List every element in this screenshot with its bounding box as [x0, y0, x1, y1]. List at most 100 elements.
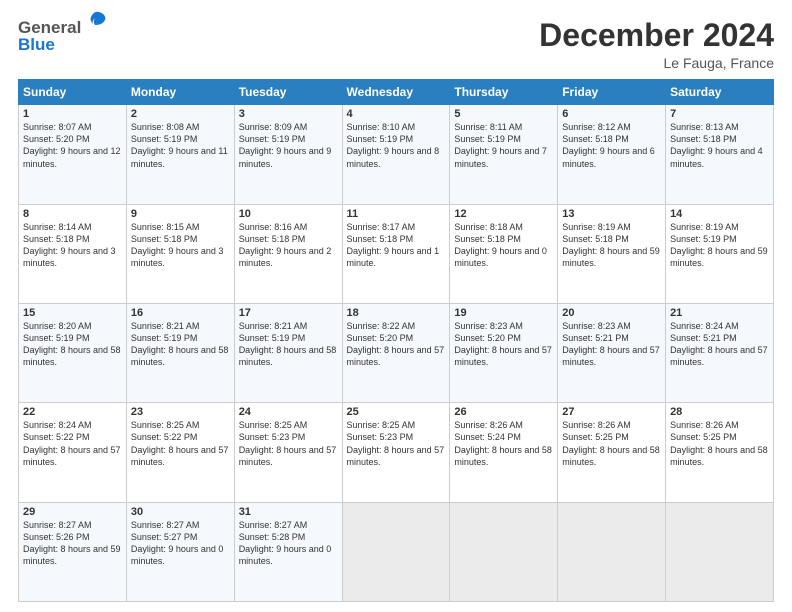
day-info: Sunrise: 8:09 AM Sunset: 5:19 PM Dayligh…: [239, 121, 338, 170]
calendar-cell: 4 Sunrise: 8:10 AM Sunset: 5:19 PM Dayli…: [342, 105, 450, 204]
calendar-cell: 23 Sunrise: 8:25 AM Sunset: 5:22 PM Dayl…: [126, 403, 234, 502]
col-header-thursday: Thursday: [450, 80, 558, 105]
day-number: 26: [454, 406, 553, 418]
logo-bird-icon: [83, 10, 109, 39]
day-info: Sunrise: 8:24 AM Sunset: 5:22 PM Dayligh…: [23, 419, 122, 468]
day-number: 12: [454, 208, 553, 220]
day-number: 7: [670, 108, 769, 120]
calendar-cell: 24 Sunrise: 8:25 AM Sunset: 5:23 PM Dayl…: [234, 403, 342, 502]
day-info: Sunrise: 8:25 AM Sunset: 5:22 PM Dayligh…: [131, 419, 230, 468]
calendar-table: SundayMondayTuesdayWednesdayThursdayFrid…: [18, 79, 774, 602]
title-area: December 2024 Le Fauga, France: [539, 18, 774, 71]
calendar-cell: 30 Sunrise: 8:27 AM Sunset: 5:27 PM Dayl…: [126, 502, 234, 601]
calendar-cell: 26 Sunrise: 8:26 AM Sunset: 5:24 PM Dayl…: [450, 403, 558, 502]
col-header-friday: Friday: [558, 80, 666, 105]
day-number: 29: [23, 506, 122, 518]
day-info: Sunrise: 8:12 AM Sunset: 5:18 PM Dayligh…: [562, 121, 661, 170]
day-number: 10: [239, 208, 338, 220]
day-number: 31: [239, 506, 338, 518]
day-info: Sunrise: 8:26 AM Sunset: 5:24 PM Dayligh…: [454, 419, 553, 468]
month-title: December 2024: [539, 18, 774, 53]
calendar-cell: 10 Sunrise: 8:16 AM Sunset: 5:18 PM Dayl…: [234, 204, 342, 303]
day-info: Sunrise: 8:14 AM Sunset: 5:18 PM Dayligh…: [23, 221, 122, 270]
day-number: 16: [131, 307, 230, 319]
day-info: Sunrise: 8:17 AM Sunset: 5:18 PM Dayligh…: [347, 221, 446, 270]
day-number: 21: [670, 307, 769, 319]
calendar-cell: 19 Sunrise: 8:23 AM Sunset: 5:20 PM Dayl…: [450, 303, 558, 402]
col-header-saturday: Saturday: [666, 80, 774, 105]
calendar-cell: 22 Sunrise: 8:24 AM Sunset: 5:22 PM Dayl…: [19, 403, 127, 502]
day-info: Sunrise: 8:26 AM Sunset: 5:25 PM Dayligh…: [670, 419, 769, 468]
calendar-cell: 18 Sunrise: 8:22 AM Sunset: 5:20 PM Dayl…: [342, 303, 450, 402]
day-info: Sunrise: 8:21 AM Sunset: 5:19 PM Dayligh…: [239, 320, 338, 369]
logo: General Blue: [18, 18, 109, 55]
calendar-cell: [342, 502, 450, 601]
day-number: 24: [239, 406, 338, 418]
day-info: Sunrise: 8:15 AM Sunset: 5:18 PM Dayligh…: [131, 221, 230, 270]
calendar-cell: 28 Sunrise: 8:26 AM Sunset: 5:25 PM Dayl…: [666, 403, 774, 502]
day-info: Sunrise: 8:21 AM Sunset: 5:19 PM Dayligh…: [131, 320, 230, 369]
calendar-cell: 6 Sunrise: 8:12 AM Sunset: 5:18 PM Dayli…: [558, 105, 666, 204]
day-info: Sunrise: 8:27 AM Sunset: 5:27 PM Dayligh…: [131, 519, 230, 568]
calendar-cell: 31 Sunrise: 8:27 AM Sunset: 5:28 PM Dayl…: [234, 502, 342, 601]
day-number: 8: [23, 208, 122, 220]
col-header-monday: Monday: [126, 80, 234, 105]
day-info: Sunrise: 8:19 AM Sunset: 5:18 PM Dayligh…: [562, 221, 661, 270]
calendar-cell: 13 Sunrise: 8:19 AM Sunset: 5:18 PM Dayl…: [558, 204, 666, 303]
day-info: Sunrise: 8:25 AM Sunset: 5:23 PM Dayligh…: [239, 419, 338, 468]
day-info: Sunrise: 8:10 AM Sunset: 5:19 PM Dayligh…: [347, 121, 446, 170]
day-number: 25: [347, 406, 446, 418]
calendar-cell: 3 Sunrise: 8:09 AM Sunset: 5:19 PM Dayli…: [234, 105, 342, 204]
location: Le Fauga, France: [539, 55, 774, 71]
day-info: Sunrise: 8:26 AM Sunset: 5:25 PM Dayligh…: [562, 419, 661, 468]
day-number: 4: [347, 108, 446, 120]
calendar-cell: [450, 502, 558, 601]
day-number: 28: [670, 406, 769, 418]
col-header-wednesday: Wednesday: [342, 80, 450, 105]
day-number: 11: [347, 208, 446, 220]
day-number: 19: [454, 307, 553, 319]
day-number: 15: [23, 307, 122, 319]
calendar-cell: 7 Sunrise: 8:13 AM Sunset: 5:18 PM Dayli…: [666, 105, 774, 204]
calendar-cell: 16 Sunrise: 8:21 AM Sunset: 5:19 PM Dayl…: [126, 303, 234, 402]
calendar-cell: 1 Sunrise: 8:07 AM Sunset: 5:20 PM Dayli…: [19, 105, 127, 204]
day-info: Sunrise: 8:19 AM Sunset: 5:19 PM Dayligh…: [670, 221, 769, 270]
day-info: Sunrise: 8:23 AM Sunset: 5:20 PM Dayligh…: [454, 320, 553, 369]
day-info: Sunrise: 8:27 AM Sunset: 5:28 PM Dayligh…: [239, 519, 338, 568]
day-number: 9: [131, 208, 230, 220]
col-header-sunday: Sunday: [19, 80, 127, 105]
calendar-cell: 20 Sunrise: 8:23 AM Sunset: 5:21 PM Dayl…: [558, 303, 666, 402]
day-info: Sunrise: 8:07 AM Sunset: 5:20 PM Dayligh…: [23, 121, 122, 170]
day-info: Sunrise: 8:20 AM Sunset: 5:19 PM Dayligh…: [23, 320, 122, 369]
day-info: Sunrise: 8:25 AM Sunset: 5:23 PM Dayligh…: [347, 419, 446, 468]
calendar-cell: 11 Sunrise: 8:17 AM Sunset: 5:18 PM Dayl…: [342, 204, 450, 303]
day-number: 17: [239, 307, 338, 319]
day-info: Sunrise: 8:13 AM Sunset: 5:18 PM Dayligh…: [670, 121, 769, 170]
day-number: 18: [347, 307, 446, 319]
day-number: 22: [23, 406, 122, 418]
day-number: 1: [23, 108, 122, 120]
day-number: 23: [131, 406, 230, 418]
day-number: 27: [562, 406, 661, 418]
col-header-tuesday: Tuesday: [234, 80, 342, 105]
day-number: 2: [131, 108, 230, 120]
day-number: 30: [131, 506, 230, 518]
day-number: 3: [239, 108, 338, 120]
calendar-cell: 29 Sunrise: 8:27 AM Sunset: 5:26 PM Dayl…: [19, 502, 127, 601]
calendar-cell: 27 Sunrise: 8:26 AM Sunset: 5:25 PM Dayl…: [558, 403, 666, 502]
day-info: Sunrise: 8:27 AM Sunset: 5:26 PM Dayligh…: [23, 519, 122, 568]
day-info: Sunrise: 8:16 AM Sunset: 5:18 PM Dayligh…: [239, 221, 338, 270]
logo-blue: Blue: [18, 35, 55, 55]
day-info: Sunrise: 8:24 AM Sunset: 5:21 PM Dayligh…: [670, 320, 769, 369]
day-number: 13: [562, 208, 661, 220]
calendar-cell: [558, 502, 666, 601]
calendar-cell: 8 Sunrise: 8:14 AM Sunset: 5:18 PM Dayli…: [19, 204, 127, 303]
calendar-cell: 5 Sunrise: 8:11 AM Sunset: 5:19 PM Dayli…: [450, 105, 558, 204]
day-info: Sunrise: 8:08 AM Sunset: 5:19 PM Dayligh…: [131, 121, 230, 170]
day-info: Sunrise: 8:23 AM Sunset: 5:21 PM Dayligh…: [562, 320, 661, 369]
day-number: 20: [562, 307, 661, 319]
calendar-cell: 14 Sunrise: 8:19 AM Sunset: 5:19 PM Dayl…: [666, 204, 774, 303]
day-number: 6: [562, 108, 661, 120]
calendar-cell: 15 Sunrise: 8:20 AM Sunset: 5:19 PM Dayl…: [19, 303, 127, 402]
page: General Blue December 2024 Le Fauga, Fra…: [0, 0, 792, 612]
